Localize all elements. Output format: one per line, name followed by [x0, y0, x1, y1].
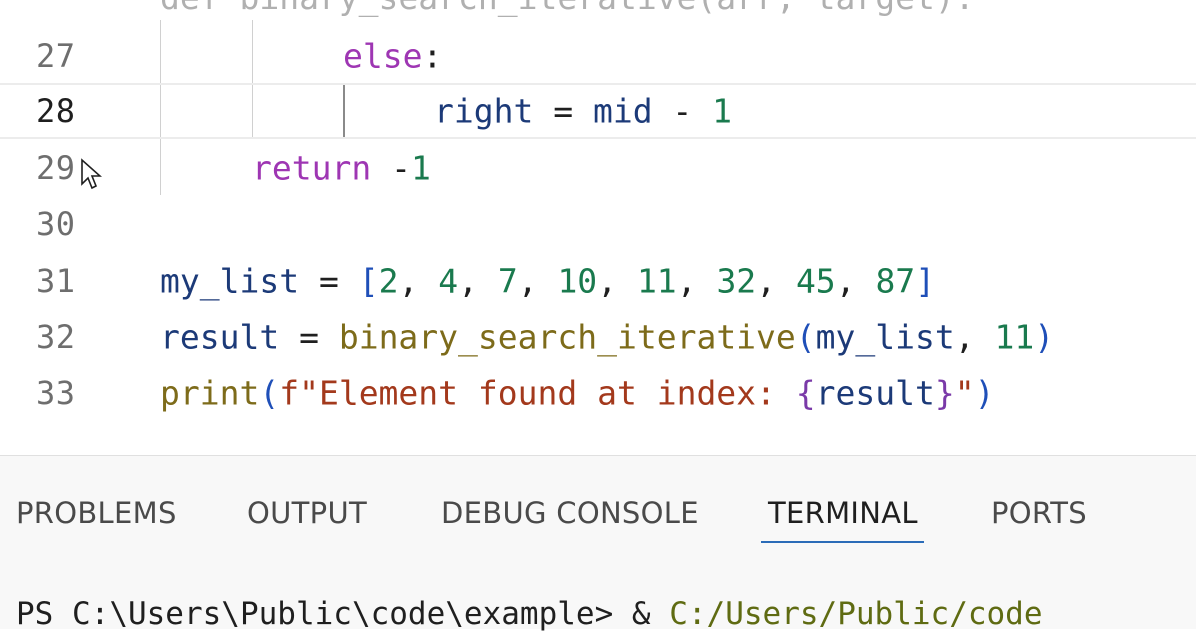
code-token: , — [756, 261, 796, 301]
code-token: ( — [259, 373, 280, 413]
mouse-pointer-icon — [80, 158, 103, 194]
code-token: print — [160, 373, 260, 413]
code-token: result — [160, 317, 280, 357]
code-token: f"Element found at index: — [279, 373, 796, 413]
code-token: return — [252, 148, 372, 188]
code-line[interactable]: 32 result = binary_search_iterative(my_li… — [0, 309, 1196, 365]
code-token: " — [954, 373, 975, 413]
code-token: , — [398, 261, 439, 301]
code-token: ( — [795, 317, 816, 357]
code-token: 87 — [875, 261, 916, 301]
code-token: - — [652, 91, 713, 131]
terminal-output[interactable]: PS C:\Users\Public\code\example> & C:/Us… — [16, 596, 1043, 632]
code-token: 1 — [712, 91, 733, 131]
code-token: ] — [915, 261, 936, 301]
code-line[interactable]: 31 my_list = [2, 4, 7, 10, 11, 32, 45, 87… — [0, 253, 1196, 309]
bottom-panel: PROBLEMS OUTPUT DEBUG CONSOLE TERMINAL P… — [0, 455, 1196, 632]
code-token: binary_search_iterative — [338, 317, 796, 357]
code-token: , — [676, 261, 717, 301]
code-token: , — [517, 261, 558, 301]
code-token: else — [343, 36, 423, 76]
code-text: my_list = [2, 4, 7, 10, 11, 32, 45, 87] — [160, 262, 935, 301]
tab-output[interactable]: OUTPUT — [247, 496, 367, 530]
code-line[interactable]: 29 return -1 — [0, 140, 1196, 196]
code-token: [ — [358, 261, 379, 301]
code-token: 1 — [410, 148, 431, 188]
code-token: 4 — [438, 261, 459, 301]
tab-problems[interactable]: PROBLEMS — [16, 496, 177, 530]
line-number: 32 — [36, 318, 76, 356]
terminal-prompt: PS C:\Users\Public\code\example> & — [16, 596, 670, 632]
code-token: = — [279, 317, 339, 357]
code-token: - — [371, 148, 411, 188]
code-token: result — [815, 373, 935, 413]
code-token: my_list — [160, 261, 300, 301]
code-token: 32 — [716, 261, 757, 301]
code-token: 2 — [378, 261, 399, 301]
code-token: = — [533, 91, 593, 131]
partial-code-line: def binary_search_iterative(arr, target)… — [160, 0, 975, 17]
tab-debug-console[interactable]: DEBUG CONSOLE — [441, 496, 699, 530]
code-token: mid — [592, 91, 653, 131]
code-line[interactable]: 30 — [0, 196, 1196, 252]
code-token: = — [299, 261, 359, 301]
code-token: right — [434, 91, 534, 131]
code-text: result = binary_search_iterative(my_list… — [160, 318, 1054, 357]
code-token: , — [597, 261, 637, 301]
code-token: my_list — [815, 317, 955, 357]
tab-ports[interactable]: PORTS — [991, 496, 1087, 530]
code-token: : — [422, 36, 443, 76]
code-token: 10 — [557, 261, 598, 301]
code-text: else: — [343, 37, 442, 76]
code-token: ) — [974, 373, 995, 413]
active-tab-indicator — [761, 541, 924, 543]
line-number: 27 — [36, 37, 76, 75]
code-token: ) — [1034, 317, 1055, 357]
code-text: print(f"Element found at index: {result}… — [160, 374, 995, 413]
code-token: 7 — [497, 261, 518, 301]
code-token: 11 — [994, 317, 1035, 357]
code-token: { — [795, 373, 816, 413]
code-editor[interactable]: def binary_search_iterative(arr, target)… — [0, 0, 1196, 455]
code-line[interactable]: 33 print(f"Element found at index: {resul… — [0, 365, 1196, 421]
terminal-command: C:/Users/Public/code — [669, 596, 1043, 632]
code-token: , — [835, 261, 876, 301]
line-number: 31 — [36, 262, 76, 300]
line-number: 28 — [36, 92, 76, 130]
code-token: , — [458, 261, 498, 301]
line-number: 33 — [36, 374, 76, 412]
line-number: 30 — [36, 205, 76, 243]
code-token: , — [954, 317, 995, 357]
tab-terminal[interactable]: TERMINAL — [768, 496, 918, 530]
code-token: 45 — [795, 261, 836, 301]
code-token: 11 — [636, 261, 677, 301]
code-line[interactable]: 28 right = mid - 1 — [0, 83, 1196, 139]
code-token: } — [934, 373, 955, 413]
code-text: right = mid - 1 — [434, 92, 732, 131]
code-line[interactable]: 27 else: — [0, 28, 1196, 84]
code-text: return -1 — [252, 149, 431, 188]
